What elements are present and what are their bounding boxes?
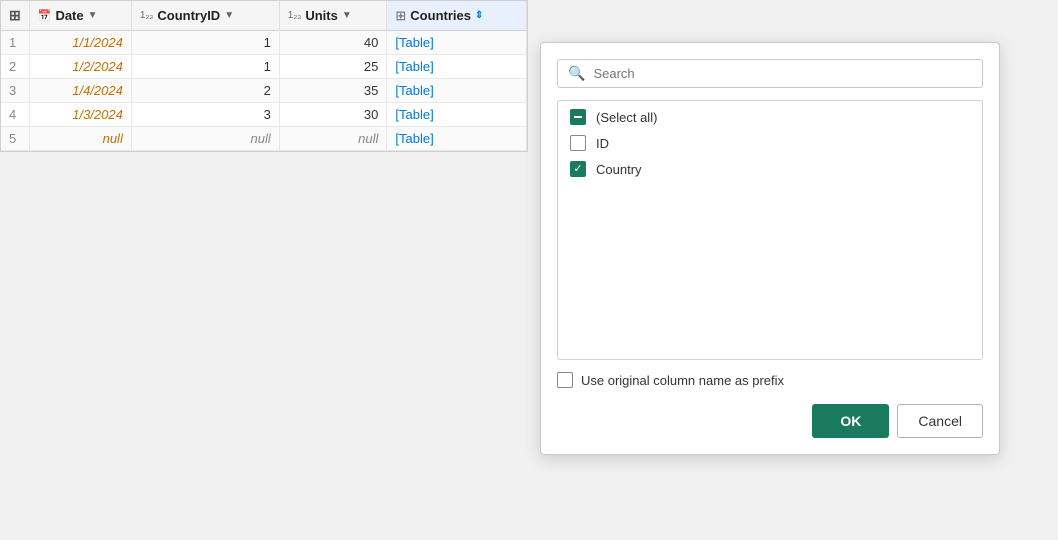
col-countries-dropdown[interactable]: ⇕ (475, 10, 483, 21)
search-input[interactable] (593, 66, 972, 81)
cell-countries: [Table] (387, 31, 527, 55)
row-number: 1 (1, 31, 29, 55)
cell-units: 25 (279, 55, 387, 79)
cell-units: null (279, 127, 387, 151)
table-row: 31/4/2024235[Table] (1, 79, 527, 103)
corner-grid-icon: ⊞ (1, 1, 29, 31)
table-row: 11/1/2024140[Table] (1, 31, 527, 55)
cell-countryid: 1 (131, 31, 279, 55)
date-type-icon: 📅 (38, 9, 52, 22)
cell-countryid: 3 (131, 103, 279, 127)
checkbox-id-label: ID (596, 136, 609, 151)
row-number: 5 (1, 127, 29, 151)
data-table: ⊞ 📅 Date ▼ 1₂₃ CountryID (0, 0, 528, 152)
prefix-row: Use original column name as prefix (557, 372, 983, 388)
col-header-countries[interactable]: ⊞ Countries ⇕ (387, 1, 527, 31)
cell-units: 35 (279, 79, 387, 103)
countryid-type-icon: 1₂₃ (140, 10, 154, 21)
prefix-checkbox[interactable] (557, 372, 573, 388)
cell-date: null (29, 127, 131, 151)
col-units-dropdown[interactable]: ▼ (342, 10, 352, 21)
cell-countries: [Table] (387, 103, 527, 127)
column-picker-panel: 🔍 (Select all) ID Country (540, 42, 1000, 455)
cell-countryid: 2 (131, 79, 279, 103)
table-row: 41/3/2024330[Table] (1, 103, 527, 127)
checkbox-country-label: Country (596, 162, 642, 177)
col-countryid-dropdown[interactable]: ▼ (224, 10, 234, 21)
col-date-dropdown[interactable]: ▼ (88, 10, 98, 21)
cell-units: 40 (279, 31, 387, 55)
col-units-label: Units (305, 8, 338, 23)
col-header-units[interactable]: 1₂₃ Units ▼ (279, 1, 387, 31)
table-row: 21/2/2024125[Table] (1, 55, 527, 79)
search-icon: 🔍 (568, 65, 585, 82)
checkbox-select-all[interactable]: (Select all) (570, 109, 970, 125)
prefix-label: Use original column name as prefix (581, 373, 784, 388)
checkbox-list: (Select all) ID Country (557, 100, 983, 360)
cell-countries: [Table] (387, 55, 527, 79)
col-header-date[interactable]: 📅 Date ▼ (29, 1, 131, 31)
checkbox-country[interactable]: Country (570, 161, 970, 177)
cell-countryid: null (131, 127, 279, 151)
units-type-icon: 1₂₃ (288, 10, 302, 21)
col-countryid-label: CountryID (157, 8, 220, 23)
button-row: OK Cancel (557, 404, 983, 438)
table-row: 5nullnullnull[Table] (1, 127, 527, 151)
row-number: 4 (1, 103, 29, 127)
checkbox-select-all-icon (570, 109, 586, 125)
checkbox-select-all-label: (Select all) (596, 110, 657, 125)
cell-date: 1/3/2024 (29, 103, 131, 127)
search-box: 🔍 (557, 59, 983, 88)
ok-button[interactable]: OK (812, 404, 889, 438)
row-number: 2 (1, 55, 29, 79)
col-countries-label: Countries (410, 8, 471, 23)
col-header-countryid[interactable]: 1₂₃ CountryID ▼ (131, 1, 279, 31)
countries-type-icon: ⊞ (395, 8, 406, 24)
cell-date: 1/4/2024 (29, 79, 131, 103)
cell-date: 1/2/2024 (29, 55, 131, 79)
checkbox-country-icon (570, 161, 586, 177)
col-date-label: Date (55, 8, 83, 23)
checkbox-id-icon (570, 135, 586, 151)
checkbox-id[interactable]: ID (570, 135, 970, 151)
prefix-label-text: Use original column name as prefix (581, 373, 784, 388)
cancel-button[interactable]: Cancel (897, 404, 983, 438)
row-number: 3 (1, 79, 29, 103)
cell-countries: [Table] (387, 127, 527, 151)
cell-countries: [Table] (387, 79, 527, 103)
cell-date: 1/1/2024 (29, 31, 131, 55)
cell-countryid: 1 (131, 55, 279, 79)
cell-units: 30 (279, 103, 387, 127)
